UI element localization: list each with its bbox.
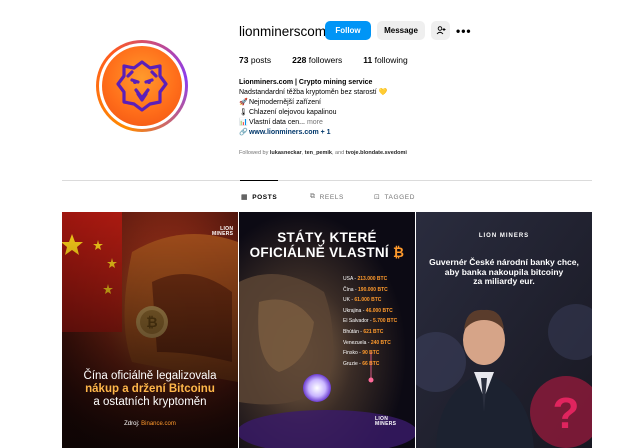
- bio-line: 🚀 Nejmodernější zařízení: [239, 99, 321, 106]
- bio-line: 📊 Vlastní data cen... more: [239, 119, 323, 126]
- tab-posts[interactable]: ▦ POSTS: [241, 193, 277, 202]
- profile-bio: Lionminers.com | Crypto mining service N…: [239, 78, 499, 138]
- heart-icon: 💛: [378, 89, 388, 96]
- thermometer-icon: 🌡: [239, 109, 248, 116]
- following-stat[interactable]: 11 following: [363, 55, 407, 65]
- lion-logo-icon: [116, 60, 168, 112]
- tab-tagged[interactable]: ⊡ TAGGED: [374, 193, 415, 202]
- holding-row: El Salvador - 5.700 BTC: [343, 318, 398, 325]
- post-caption: Čína oficiálně legalizovala nákup a drže…: [83, 370, 217, 408]
- brand-logo: LION MINERS: [212, 226, 234, 237]
- post-tile[interactable]: STÁTY, KTERÉ OFICIÁLNĚ VLASTNÍ ₿ USA - 2…: [239, 212, 415, 448]
- post-title: STÁTY, KTERÉ OFICIÁLNĚ VLASTNÍ ₿: [249, 230, 405, 260]
- grid-icon: ▦: [241, 194, 249, 201]
- username: lionminerscom: [239, 24, 327, 39]
- link-icon: 🔗: [239, 129, 248, 136]
- chart-icon: 📊: [239, 119, 248, 126]
- followers-stat[interactable]: 228 followers: [292, 55, 342, 65]
- reels-icon: ⧉: [310, 193, 316, 200]
- holding-row: UK - 61.000 BTC: [343, 297, 382, 304]
- posts-stat[interactable]: 73 posts: [239, 55, 271, 65]
- bio-line: Nadstandardní těžba kryptoměn bez staros…: [239, 89, 388, 96]
- bio-link-row[interactable]: 🔗 www.lionminers.com + 1: [239, 128, 499, 138]
- holdings-list: USA - 213.000 BTC Čína - 190.000 BTC UK - …: [343, 274, 397, 369]
- holding-row: Čína - 190.000 BTC: [343, 286, 388, 293]
- message-button[interactable]: Message: [377, 21, 425, 40]
- bio-line: 🌡 Chlazení olejovou kapalinou: [239, 109, 337, 116]
- post-tile[interactable]: ₿ LIONMINERS Čína oficiálně legalizovala…: [62, 212, 238, 448]
- holding-row: USA - 213.000 BTC: [343, 276, 388, 282]
- holding-row: Bhútán - 621 BTC: [343, 328, 384, 335]
- follow-button[interactable]: Follow: [325, 21, 371, 40]
- holding-row: Ukrajina - 46.000 BTC: [343, 307, 393, 314]
- post-image: ₿: [62, 212, 238, 448]
- svg-text:?: ?: [553, 389, 580, 438]
- profile-avatar[interactable]: [96, 40, 188, 132]
- more-link[interactable]: more: [307, 119, 323, 126]
- add-person-icon: [436, 26, 445, 35]
- followed-by[interactable]: Followed by lukasneckar, ten_pemik, and …: [239, 150, 407, 156]
- tabs-divider: [62, 180, 592, 181]
- post-source: Zdroj: Binance.com: [124, 421, 176, 427]
- avatar-image: [102, 46, 182, 126]
- post-caption: Guvernér České národní banky chce, aby b…: [429, 257, 579, 286]
- profile-stats: 73 posts 228 followers 11 following: [239, 55, 429, 65]
- suggest-button[interactable]: [431, 21, 450, 40]
- bitcoin-icon: ₿: [393, 245, 405, 260]
- profile-name: Lionminers.com | Crypto mining service: [239, 79, 373, 86]
- holding-row: Gruzie - 66 BTC: [343, 360, 380, 367]
- holding-row: Venezuela - 240 BTC: [343, 339, 391, 346]
- holding-row: Finsko - 90 BTC: [343, 350, 380, 357]
- post-image: ?: [416, 212, 592, 448]
- brand-logo: LION MINERS: [478, 233, 530, 239]
- more-options-icon[interactable]: •••: [456, 24, 472, 38]
- website-link[interactable]: www.lionminers.com + 1: [249, 129, 331, 136]
- tab-reels[interactable]: ⧉ REELS: [310, 193, 344, 201]
- rocket-icon: 🚀: [239, 99, 248, 106]
- post-tile[interactable]: ? LION MINERS Guvernér České národní ban…: [416, 212, 592, 448]
- tagged-icon: ⊡: [374, 194, 381, 201]
- active-tab-indicator: [240, 180, 278, 181]
- brand-logo: LION MINERS: [375, 416, 397, 427]
